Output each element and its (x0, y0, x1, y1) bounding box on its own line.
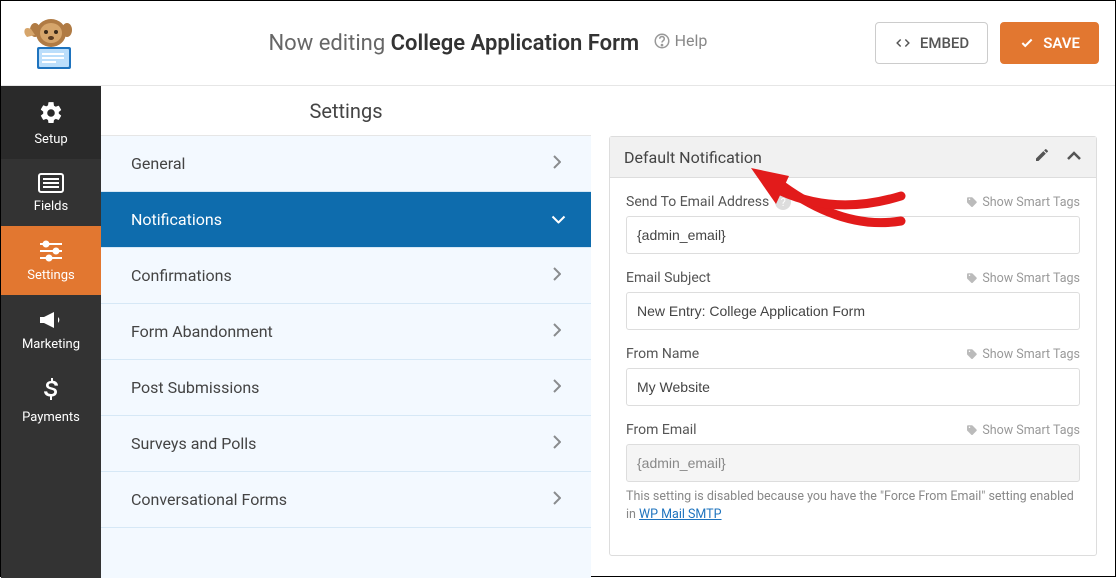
top-bar: Now editing College Application Form Hel… (1, 1, 1115, 86)
settings-item-post-submissions[interactable]: Post Submissions (101, 360, 591, 416)
field-from-email: From Email Show Smart Tags This setting … (626, 422, 1080, 523)
settings-item-label: Surveys and Polls (131, 434, 256, 453)
list-icon (38, 173, 64, 193)
chevron-right-icon (553, 266, 561, 285)
sidebar-item-payments[interactable]: Payments (1, 364, 101, 437)
settings-item-form-abandonment[interactable]: Form Abandonment (101, 304, 591, 360)
from-email-input (626, 444, 1080, 482)
check-icon (1019, 36, 1035, 50)
sidebar-label: Marketing (1, 337, 101, 352)
save-label: SAVE (1043, 34, 1080, 52)
bullhorn-icon (38, 309, 64, 331)
settings-item-confirmations[interactable]: Confirmations (101, 248, 591, 304)
smart-tags-label: Show Smart Tags (982, 271, 1080, 286)
chevron-right-icon (553, 378, 561, 397)
settings-header: Settings (101, 86, 591, 136)
sidebar-item-settings[interactable]: Settings (1, 226, 101, 295)
gear-icon (38, 100, 64, 126)
wp-mail-smtp-link[interactable]: WP Mail SMTP (639, 507, 721, 522)
settings-item-label: Post Submissions (131, 378, 259, 397)
editing-title: Now editing College Application Form Hel… (101, 31, 875, 56)
save-button[interactable]: SAVE (1000, 22, 1099, 64)
form-name: College Application Form (391, 31, 639, 56)
dollar-icon (41, 378, 61, 404)
settings-item-conversational-forms[interactable]: Conversational Forms (101, 472, 591, 528)
sidebar-label: Payments (1, 410, 101, 425)
chevron-right-icon (553, 154, 561, 173)
chevron-right-icon (553, 322, 561, 341)
field-send-to: Send To Email Address ? Show Smart Tags (626, 194, 1080, 254)
settings-item-surveys-polls[interactable]: Surveys and Polls (101, 416, 591, 472)
smart-tags-label: Show Smart Tags (982, 347, 1080, 362)
help-tooltip-icon[interactable]: ? (775, 194, 791, 210)
send-to-input[interactable] (626, 216, 1080, 254)
sidebar-label: Settings (1, 268, 101, 283)
smart-tags-label: Show Smart Tags (982, 195, 1080, 210)
help-label: Help (675, 31, 708, 50)
chevron-down-icon (548, 216, 567, 224)
from-name-input[interactable] (626, 368, 1080, 406)
sliders-icon (38, 240, 64, 262)
settings-item-general[interactable]: General (101, 136, 591, 192)
sidebar-item-fields[interactable]: Fields (1, 159, 101, 226)
field-label: Send To Email Address (626, 194, 769, 210)
settings-list: General Notifications Confirmations Form… (101, 136, 591, 578)
help-link[interactable]: Help (653, 31, 708, 50)
wpforms-logo-icon (21, 17, 81, 69)
tag-icon (966, 272, 978, 284)
settings-item-label: Form Abandonment (131, 322, 273, 341)
embed-label: EMBED (920, 34, 969, 52)
chevron-right-icon (553, 490, 561, 509)
top-actions: EMBED SAVE (875, 22, 1099, 64)
show-smart-tags-button[interactable]: Show Smart Tags (966, 271, 1080, 286)
sidebar-label: Fields (1, 199, 101, 214)
edit-icon[interactable] (1034, 147, 1050, 167)
embed-button[interactable]: EMBED (875, 22, 988, 64)
help-circle-icon (653, 32, 671, 50)
show-smart-tags-button[interactable]: Show Smart Tags (966, 423, 1080, 438)
settings-title: Settings (309, 99, 382, 123)
code-icon (894, 36, 912, 50)
field-label: From Email (626, 422, 697, 438)
settings-item-label: Notifications (131, 210, 222, 229)
show-smart-tags-button[interactable]: Show Smart Tags (966, 195, 1080, 210)
card-title: Default Notification (624, 148, 762, 167)
field-from-name: From Name Show Smart Tags (626, 346, 1080, 406)
card-body: Send To Email Address ? Show Smart Tags … (610, 178, 1096, 555)
vertical-sidebar: Setup Fields Settings Marketing Payments (1, 86, 101, 578)
settings-item-notifications[interactable]: Notifications (101, 192, 591, 248)
logo-area (1, 17, 101, 69)
sidebar-label: Setup (1, 132, 101, 147)
editing-prefix: Now editing (268, 31, 390, 56)
field-label: Email Subject (626, 270, 711, 286)
tag-icon (966, 196, 978, 208)
tag-icon (966, 424, 978, 436)
settings-item-label: Conversational Forms (131, 490, 287, 509)
card-header: Default Notification (610, 137, 1096, 178)
body-area: Setup Fields Settings Marketing Payments… (1, 86, 1115, 578)
collapse-icon[interactable] (1066, 147, 1082, 167)
field-email-subject: Email Subject Show Smart Tags (626, 270, 1080, 330)
chevron-right-icon (553, 434, 561, 453)
from-email-note: This setting is disabled because you hav… (626, 488, 1080, 523)
settings-item-label: Confirmations (131, 266, 232, 285)
settings-item-label: General (131, 154, 185, 173)
notification-card: Default Notification Send To Email Addre… (609, 136, 1097, 556)
sidebar-item-marketing[interactable]: Marketing (1, 295, 101, 364)
email-subject-input[interactable] (626, 292, 1080, 330)
tag-icon (966, 348, 978, 360)
sidebar-item-setup[interactable]: Setup (1, 86, 101, 159)
content-panel: Default Notification Send To Email Addre… (591, 86, 1115, 578)
smart-tags-label: Show Smart Tags (982, 423, 1080, 438)
field-label: From Name (626, 346, 699, 362)
show-smart-tags-button[interactable]: Show Smart Tags (966, 347, 1080, 362)
settings-subpanel: Settings General Notifications Confirmat… (101, 86, 591, 578)
